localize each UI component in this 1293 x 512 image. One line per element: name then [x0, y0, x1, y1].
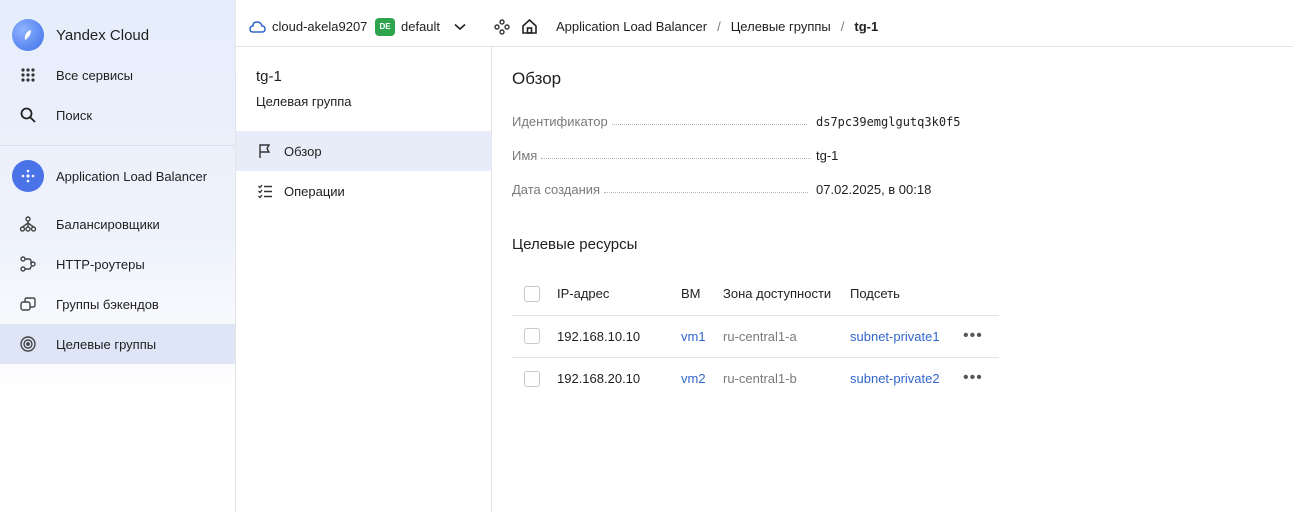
column-header[interactable]: Подсеть [850, 273, 963, 316]
brand-home-link[interactable]: Yandex Cloud [0, 14, 235, 56]
vm-link[interactable]: vm2 [681, 371, 706, 386]
column-header[interactable]: IP-адрес [557, 273, 681, 316]
tab-operations[interactable]: Операции [236, 171, 491, 211]
row-select-cell [512, 315, 557, 358]
breadcrumb-separator: / [840, 19, 845, 34]
property-key: Идентификатор [512, 114, 608, 129]
folder-selector[interactable]: DE default [375, 17, 466, 36]
table-header-row: IP-адрес ВМ Зона доступности Подсеть [512, 273, 999, 316]
property-key: Имя [512, 148, 538, 163]
yandex-cloud-logo-icon [12, 19, 44, 51]
alb-service-icon [12, 160, 44, 192]
property-value: 07.02.2025, в 00:18 [816, 182, 932, 197]
subnet-link[interactable]: subnet-private2 [850, 371, 940, 386]
subnet-link[interactable]: subnet-private1 [850, 329, 940, 344]
select-all-checkbox[interactable] [524, 286, 540, 303]
target-icon [15, 331, 41, 357]
property-value: tg-1 [816, 148, 839, 163]
more-actions-icon[interactable]: ••• [963, 369, 983, 386]
nav-all-services-label: Все сервисы [56, 67, 133, 83]
zone-cell: ru-central1-b [723, 370, 797, 386]
property-value: ds7pc39emglgutq3k0f5 [816, 115, 961, 129]
breadcrumb-item[interactable]: Целевые группы [731, 19, 831, 34]
home-icon [521, 18, 538, 35]
nav-item-backend-groups[interactable]: Группы бэкендов [0, 284, 235, 324]
flag-icon [256, 142, 274, 160]
ip-cell: 192.168.10.10 [557, 315, 681, 358]
select-all-cell [512, 273, 557, 316]
resource-type: Целевая группа [256, 94, 352, 109]
vm-link[interactable]: vm1 [681, 329, 706, 344]
nav-service-label: Application Load Balancer [56, 168, 208, 184]
table-row: 192.168.20.10 vm2 ru-central1-b subnet-p… [512, 357, 999, 399]
property-row: Дата создания 07.02.2025, в 00:18 [512, 177, 962, 197]
property-row: Имя tg-1 [512, 143, 962, 163]
row-checkbox[interactable] [524, 328, 540, 345]
row-checkbox[interactable] [524, 370, 540, 387]
cloud-name: cloud-akela9207 [272, 19, 368, 34]
search-icon [15, 102, 41, 128]
chevron-down-icon [454, 23, 466, 31]
main-navigation: Yandex Cloud Все сервисы Поиск Applicati… [0, 0, 236, 512]
router-icon [15, 251, 41, 277]
tab-label: Операции [284, 183, 345, 199]
table-row: 192.168.10.10 vm1 ru-central1-a subnet-p… [512, 315, 999, 358]
property-row: Идентификатор ds7pc39emglgutq3k0f5 [512, 109, 962, 129]
cloud-selector[interactable]: cloud-akela9207 [248, 19, 367, 34]
nav-item-label: HTTP-роутеры [56, 256, 145, 272]
nav-search-label: Поиск [56, 107, 93, 123]
more-actions-icon[interactable]: ••• [963, 327, 983, 344]
top-bar: cloud-akela9207 DE default Application L… [236, 7, 1293, 47]
services-graph-button[interactable] [494, 18, 510, 35]
folder-name: default [401, 19, 441, 34]
main-content: Обзор Идентификатор ds7pc39emglgutq3k0f5… [492, 47, 1293, 512]
list-icon [256, 182, 274, 200]
resources-heading: Целевые ресурсы [512, 236, 638, 253]
resource-side-panel: tg-1 Целевая группа Обзор Операции [236, 47, 492, 512]
app-window: Yandex Cloud Все сервисы Поиск Applicati… [0, 0, 1293, 512]
resource-title: tg-1 [256, 68, 282, 85]
nav-item-label: Группы бэкендов [56, 296, 159, 312]
brand-name: Yandex Cloud [56, 26, 150, 44]
dotted-leader [541, 158, 812, 159]
folder-badge: DE [375, 17, 395, 36]
tab-overview[interactable]: Обзор [236, 131, 491, 171]
balancer-icon [15, 211, 41, 237]
nav-item-balancers[interactable]: Балансировщики [0, 204, 235, 244]
home-button[interactable] [521, 18, 538, 35]
nav-service-alb[interactable]: Application Load Balancer [0, 156, 235, 196]
nav-item-target-groups[interactable]: Целевые группы [0, 324, 235, 364]
nav-divider [0, 145, 235, 146]
breadcrumb-separator: / [717, 19, 721, 34]
nodes-icon [494, 18, 510, 35]
nav-search[interactable]: Поиск [0, 95, 235, 135]
nav-all-services[interactable]: Все сервисы [0, 55, 235, 95]
cloud-icon [248, 20, 266, 34]
column-header[interactable]: ВМ [681, 273, 723, 316]
nav-item-label: Балансировщики [56, 216, 160, 232]
actions-header [963, 273, 999, 316]
backend-groups-icon [15, 291, 41, 317]
dotted-leader [604, 192, 809, 193]
breadcrumb-current: tg-1 [854, 19, 879, 34]
property-key: Дата создания [512, 182, 601, 197]
zone-cell: ru-central1-a [723, 315, 850, 358]
grid-icon [15, 62, 41, 88]
nav-item-label: Целевые группы [56, 336, 157, 352]
breadcrumb: Application Load Balancer / Целевые груп… [556, 19, 878, 34]
breadcrumb-item[interactable]: Application Load Balancer [556, 19, 707, 34]
overview-heading: Обзор [512, 69, 562, 88]
nav-item-http-routers[interactable]: HTTP-роутеры [0, 244, 235, 284]
column-header[interactable]: Зона доступности [723, 273, 850, 316]
tab-label: Обзор [284, 143, 322, 159]
targets-table: IP-адрес ВМ Зона доступности Подсеть 192… [512, 273, 999, 399]
row-select-cell [512, 357, 557, 399]
ip-cell: 192.168.20.10 [557, 370, 641, 386]
dotted-leader [611, 124, 807, 125]
